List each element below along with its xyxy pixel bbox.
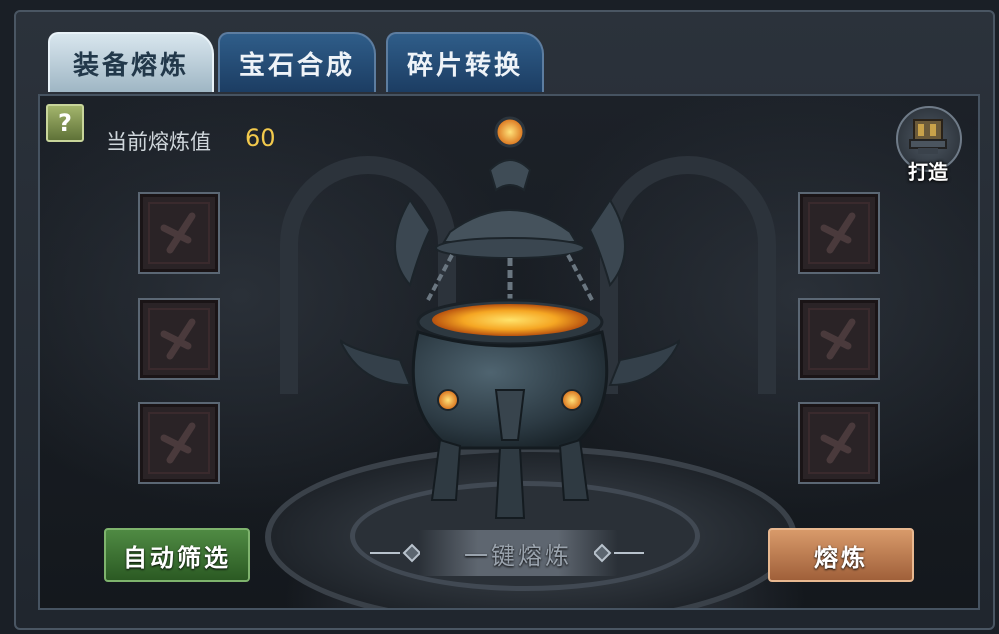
sword-placeholder-icon <box>148 202 210 264</box>
sword-placeholder-icon <box>808 308 870 370</box>
one-key-smelt-button[interactable]: 一键熔炼 <box>418 530 618 576</box>
smelt-value-number: 60 <box>245 124 276 152</box>
equipment-slot-right-2[interactable] <box>798 298 880 380</box>
smelt-button[interactable]: 熔炼 <box>768 528 914 582</box>
help-button[interactable]: ? <box>46 104 84 142</box>
equipment-slot-right-1[interactable] <box>798 192 880 274</box>
sword-placeholder-icon <box>808 202 870 264</box>
sword-placeholder-icon <box>148 308 210 370</box>
equipment-slot-left-3[interactable] <box>138 402 220 484</box>
ornament-left-icon <box>370 543 420 563</box>
auto-filter-button[interactable]: 自动筛选 <box>104 528 250 582</box>
forge-label: 打造 <box>908 160 948 184</box>
equipment-slot-left-2[interactable] <box>138 298 220 380</box>
ornament-right-icon <box>594 543 644 563</box>
smelt-value-label: 当前熔炼值 <box>106 130 211 154</box>
tab-fragment-conversion[interactable]: 碎片转换 <box>386 32 544 92</box>
tab-equipment-smelting[interactable]: 装备熔炼 <box>48 32 214 92</box>
sword-placeholder-icon <box>148 412 210 474</box>
forge-button[interactable]: 打造 <box>892 106 964 186</box>
equipment-slot-right-3[interactable] <box>798 402 880 484</box>
anvil-icon <box>909 119 947 154</box>
equipment-slot-left-1[interactable] <box>138 192 220 274</box>
tab-gem-synthesis[interactable]: 宝石合成 <box>218 32 376 92</box>
sword-placeholder-icon <box>808 412 870 474</box>
smelting-cauldron <box>340 116 680 519</box>
